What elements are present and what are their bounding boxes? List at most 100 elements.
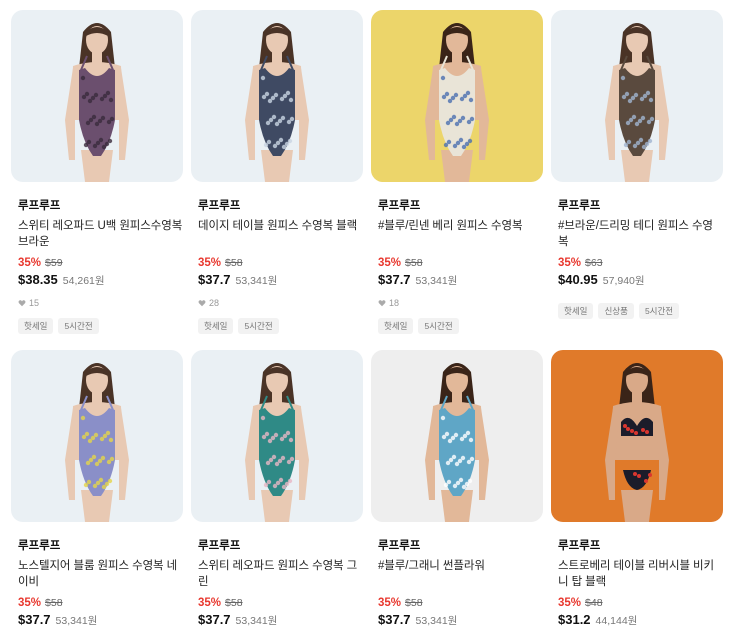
discount-rate: 35% <box>18 597 42 609</box>
sale-price-usd: $31.2 <box>558 612 591 627</box>
product-row: 루프루프 스위티 레오파드 U백 원피스수영복 브라운 35% $59 $38.35 54… <box>11 10 733 350</box>
discount-rate: 35% <box>378 597 402 609</box>
product-card[interactable]: 루프루프데이지 테이블 원피스 수영복 블랙 35% $58 $37.7 53,341원… <box>191 10 363 350</box>
brand-name[interactable]: 루프루프 <box>378 199 543 213</box>
like-count-empty <box>558 288 723 294</box>
original-price: $58 <box>405 597 423 609</box>
product-info: 루프루프 #브라운/드리밍 테디 원피스 수영복 35% $63 $40.95 57,94… <box>551 199 723 319</box>
product-title[interactable]: 데이지 테이블 원피스 수영복 블랙 <box>198 218 363 250</box>
product-title[interactable]: 스위티 레오파드 원피스 수영복 그린 <box>198 558 363 590</box>
tag-badge: 5시간전 <box>418 318 459 334</box>
tag-badge: 5시간전 <box>58 318 99 334</box>
product-card[interactable]: 루프루프 노스텔지어 블룸 원피스 수영복 네이비 35% $58 $37.7 53,34… <box>11 350 183 632</box>
product-photo <box>371 350 543 522</box>
discount-row: 35% $58 <box>378 596 543 610</box>
product-image[interactable] <box>371 10 543 182</box>
tag-badge: 핫세일 <box>18 318 54 334</box>
product-photo <box>191 10 363 182</box>
product-title[interactable]: 노스텔지어 블룸 원피스 수영복 네이비 <box>18 558 183 590</box>
product-card[interactable]: 루프루프 #블루/그래니 썬플라워 35% $58 $37.7 53,341원 <box>371 350 543 632</box>
discount-rate: 35% <box>18 257 42 269</box>
like-count[interactable]: 15 <box>18 297 183 309</box>
price-row: $31.2 44,144원 <box>558 612 723 628</box>
product-image[interactable] <box>11 10 183 182</box>
tag-badge: 핫세일 <box>378 318 414 334</box>
product-info: 루프루프 #블루/린넨 베리 원피스 수영복 35% $58 $37.7 53,341원 1… <box>371 199 543 334</box>
product-image[interactable] <box>551 350 723 522</box>
original-price: $58 <box>225 597 243 609</box>
product-card[interactable]: 루프루프스위티 레오파드 U백 원피스수영복 브라운 35% $59 $38.35 54… <box>11 10 183 350</box>
product-image[interactable] <box>371 350 543 522</box>
product-image[interactable] <box>191 10 363 182</box>
product-info: 루프루프 #블루/그래니 썬플라워 35% $58 $37.7 53,341원 <box>371 539 543 628</box>
brand-name[interactable]: 루프루프 <box>198 539 363 553</box>
sale-price-usd: $40.95 <box>558 272 598 287</box>
product-card[interactable]: 루프루프 #브라운/드리밍 테디 원피스 수영복 35% $63 $40.95 57,94… <box>551 10 723 350</box>
brand-name[interactable]: 루프루프 <box>558 539 723 553</box>
product-image[interactable] <box>191 350 363 522</box>
like-count-value: 15 <box>29 298 40 308</box>
brand-name[interactable]: 루프루프 <box>18 539 183 553</box>
like-count-value: 28 <box>209 298 220 308</box>
tag-badge: 신상품 <box>598 303 634 319</box>
discount-rate: 35% <box>198 257 222 269</box>
like-count-value: 18 <box>389 298 400 308</box>
like-count[interactable]: 28 <box>198 297 363 309</box>
tag-badge: 5시간전 <box>638 303 680 319</box>
heart-icon <box>198 300 206 307</box>
discount-rate: 35% <box>558 257 582 269</box>
tag-list: 핫세일 5시간전 <box>378 318 543 334</box>
heart-icon <box>18 300 26 307</box>
like-count[interactable]: 18 <box>378 297 543 309</box>
price-row: $37.7 53,341원 <box>378 272 543 288</box>
discount-row: 35% $59 <box>18 256 183 270</box>
product-image[interactable] <box>11 350 183 522</box>
product-image[interactable] <box>551 10 723 182</box>
discount-row: 35% $48 <box>558 596 723 610</box>
heart-icon <box>378 300 386 307</box>
product-title[interactable]: #블루/린넨 베리 원피스 수영복 <box>378 218 543 250</box>
sale-price-krw: 44,144원 <box>595 615 638 627</box>
product-info: 루프루프스트로베리 테이블 리버시블 비키니 탑 블랙 35% $48 $31.2 44… <box>551 539 723 628</box>
sale-price-krw: 53,341원 <box>235 615 278 627</box>
product-grid: 루프루프 스위티 레오파드 U백 원피스수영복 브라운 35% $59 $38.35 54… <box>11 10 733 632</box>
product-photo <box>551 10 723 182</box>
price-row: $37.7 53,341원 <box>198 272 363 288</box>
sale-price-usd: $38.35 <box>18 272 58 287</box>
product-title[interactable]: #블루/그래니 썬플라워 <box>378 558 543 590</box>
sale-price-usd: $37.7 <box>198 272 231 287</box>
brand-name[interactable]: 루프루프 <box>18 199 183 213</box>
tag-badge: 5시간전 <box>238 318 279 334</box>
product-card[interactable]: 루프루프스트로베리 테이블 리버시블 비키니 탑 블랙 35% $48 $31.2 44… <box>551 350 723 632</box>
brand-name[interactable]: 루프루프 <box>198 199 363 213</box>
tag-badge: 핫세일 <box>558 303 594 319</box>
sale-price-krw: 54,261원 <box>62 275 105 287</box>
discount-row: 35% $58 <box>378 256 543 270</box>
sale-price-usd: $37.7 <box>378 272 411 287</box>
sale-price-krw: 53,341원 <box>235 275 278 287</box>
original-price: $59 <box>45 257 63 269</box>
sale-price-krw: 57,940원 <box>602 275 645 287</box>
price-row: $40.95 57,940원 <box>558 272 723 288</box>
original-price: $63 <box>585 257 603 269</box>
product-title[interactable]: 스위티 레오파드 U백 원피스수영복 브라운 <box>18 218 183 250</box>
discount-row: 35% $63 <box>558 256 723 270</box>
product-title[interactable]: 스트로베리 테이블 리버시블 비키니 탑 블랙 <box>558 558 723 590</box>
product-info: 루프루프 스위티 레오파드 원피스 수영복 그린 35% $58 $37.7 53,341… <box>191 539 363 628</box>
sale-price-krw: 53,341원 <box>55 615 98 627</box>
product-photo <box>371 10 543 182</box>
product-photo <box>191 350 363 522</box>
original-price: $58 <box>225 257 243 269</box>
brand-name[interactable]: 루프루프 <box>378 539 543 553</box>
product-title[interactable]: #브라운/드리밍 테디 원피스 수영복 <box>558 218 723 250</box>
product-row: 루프루프 노스텔지어 블룸 원피스 수영복 네이비 35% $58 $37.7 53,34… <box>11 350 733 632</box>
product-card[interactable]: 루프루프 스위티 레오파드 원피스 수영복 그린 35% $58 $37.7 53,341… <box>191 350 363 632</box>
sale-price-usd: $37.7 <box>378 612 411 627</box>
tag-badge: 핫세일 <box>198 318 234 334</box>
original-price: $58 <box>45 597 63 609</box>
product-card[interactable]: 루프루프 #블루/린넨 베리 원피스 수영복 35% $58 $37.7 53,341원 1… <box>371 10 543 350</box>
sale-price-usd: $37.7 <box>198 612 231 627</box>
brand-name[interactable]: 루프루프 <box>558 199 723 213</box>
product-photo <box>551 350 723 522</box>
original-price: $48 <box>585 597 603 609</box>
